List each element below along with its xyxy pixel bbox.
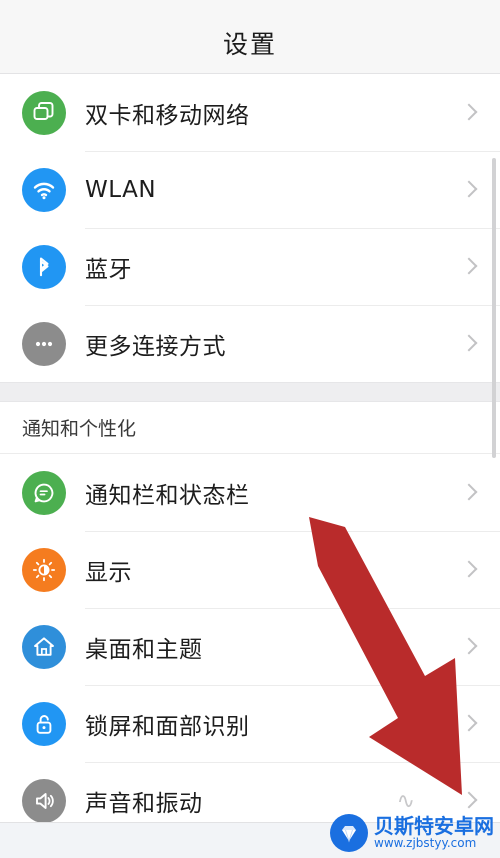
chevron-right-icon	[462, 256, 476, 278]
settings-row-label: 蓝牙	[85, 256, 132, 283]
chevron-right-icon	[462, 636, 476, 658]
settings-row-label: WLAN	[85, 176, 157, 203]
status-bar	[0, 0, 500, 12]
watermark-logo-icon	[330, 814, 368, 852]
settings-row-label: 更多连接方式	[85, 333, 226, 360]
settings-group-personalization: 通知和个性化 通知栏和状态栏 显示 桌面和主题 锁屏和面部识别 声音和振动	[0, 402, 500, 839]
settings-row-more-connections[interactable]: 更多连接方式	[0, 305, 500, 382]
brightness-icon	[22, 547, 66, 592]
bluetooth-icon	[22, 244, 66, 289]
settings-row-bluetooth[interactable]: 蓝牙	[0, 228, 500, 305]
site-watermark: 贝斯特安卓网 www.zjbstyy.com	[330, 814, 494, 852]
chevron-right-icon	[462, 713, 476, 735]
group-separator	[0, 382, 500, 402]
watermark-site-name: 贝斯特安卓网	[374, 814, 494, 839]
settings-row-dual-sim[interactable]: 双卡和移动网络	[0, 74, 500, 151]
chat-bubble-icon	[22, 470, 66, 515]
settings-screen: 设置 双卡和移动网络 WLAN 蓝牙 更多连接方式 通知和个性化 通知栏和状态栏…	[0, 0, 500, 858]
sim-card-icon	[22, 90, 66, 135]
settings-row-home-theme[interactable]: 桌面和主题	[0, 608, 500, 685]
home-icon	[22, 624, 66, 669]
nav-gesture-indicator: ∿	[396, 789, 415, 814]
wifi-icon	[22, 167, 66, 212]
settings-list: 双卡和移动网络 WLAN 蓝牙 更多连接方式 通知和个性化 通知栏和状态栏 显示…	[0, 74, 500, 839]
settings-row-label: 锁屏和面部识别	[85, 713, 250, 740]
settings-row-label: 显示	[85, 559, 132, 586]
chevron-right-icon	[462, 102, 476, 124]
chevron-right-icon	[462, 482, 476, 504]
settings-row-lockscreen-face[interactable]: 锁屏和面部识别	[0, 685, 500, 762]
title-bar: 设置	[0, 12, 500, 74]
watermark-site-url: www.zjbstyy.com	[374, 836, 477, 851]
settings-row-label: 通知栏和状态栏	[85, 482, 250, 509]
settings-row-notification-status-bar[interactable]: 通知栏和状态栏	[0, 454, 500, 531]
scrollbar-track[interactable]	[492, 78, 498, 818]
unlock-icon	[22, 701, 66, 746]
scrollbar-thumb[interactable]	[492, 158, 496, 458]
chevron-right-icon	[462, 559, 476, 581]
section-header-personalization: 通知和个性化	[0, 402, 500, 454]
watermark-text: 贝斯特安卓网 www.zjbstyy.com	[374, 816, 494, 850]
page-title: 设置	[222, 29, 277, 59]
settings-row-display[interactable]: 显示	[0, 531, 500, 608]
chevron-right-icon	[462, 790, 476, 812]
settings-group-connectivity: 双卡和移动网络 WLAN 蓝牙 更多连接方式	[0, 74, 500, 382]
settings-row-wlan[interactable]: WLAN	[0, 151, 500, 228]
section-header-label: 通知和个性化	[22, 418, 137, 440]
speaker-icon	[22, 778, 66, 823]
settings-row-label: 桌面和主题	[85, 636, 203, 663]
chevron-right-icon	[462, 333, 476, 355]
settings-row-label: 双卡和移动网络	[85, 102, 250, 129]
more-dots-icon	[22, 321, 66, 366]
chevron-right-icon	[462, 179, 476, 201]
